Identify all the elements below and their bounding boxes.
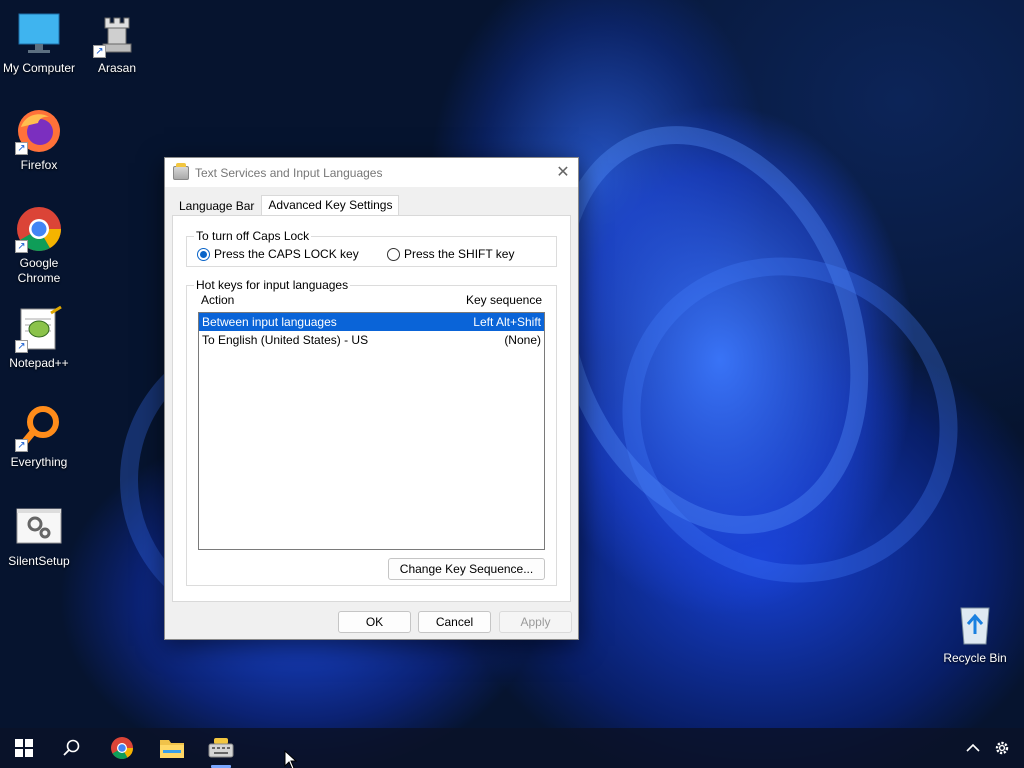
hotkey-action: To English (United States) - US	[202, 333, 369, 347]
taskbar-text-services[interactable]	[199, 728, 243, 768]
taskbar-chrome[interactable]	[100, 728, 144, 768]
file-explorer-icon	[160, 740, 184, 758]
cancel-button[interactable]: Cancel	[418, 611, 491, 633]
start-icon	[15, 739, 33, 757]
hotkey-sequence: (None)	[504, 333, 541, 347]
search-button[interactable]	[50, 728, 94, 768]
desktop-icon-silentsetup[interactable]: SilentSetup	[0, 503, 78, 569]
recycle-bin-icon	[951, 600, 999, 648]
text-services-dialog: Text Services and Input Languages ✕ Lang…	[164, 157, 579, 640]
chrome-icon: ↗	[15, 205, 63, 253]
shortcut-arrow-icon: ↗	[15, 340, 28, 353]
radio-button[interactable]	[197, 247, 210, 261]
desktop-icon-label: Notepad++	[9, 356, 69, 370]
tab-strip: Language Bar Advanced Key Settings	[172, 195, 400, 216]
radio-label: Press the SHIFT key	[404, 247, 515, 261]
tab-advanced-key-settings[interactable]: Advanced Key Settings	[261, 195, 400, 216]
desktop-icon-everything[interactable]: ↗ Everything	[0, 404, 78, 470]
hotkey-list[interactable]: Between input languages Left Alt+Shift T…	[198, 312, 545, 550]
hotkeys-legend: Hot keys for input languages	[196, 278, 349, 292]
shortcut-arrow-icon: ↗	[15, 439, 28, 452]
firefox-icon: ↗	[15, 107, 63, 155]
shortcut-arrow-icon: ↗	[15, 240, 28, 253]
gears-icon	[15, 503, 63, 551]
radio-shift[interactable]: Press the SHIFT key	[387, 247, 514, 261]
keyboard-icon	[208, 738, 234, 758]
desktop-icon-label: Firefox	[20, 158, 58, 172]
column-header-key-sequence[interactable]: Key sequence	[466, 293, 542, 307]
desktop-icon-label: Everything	[10, 455, 68, 469]
dialog-titlebar[interactable]: Text Services and Input Languages ✕	[165, 158, 578, 187]
apply-button[interactable]: Apply	[499, 611, 572, 633]
list-item[interactable]: Between input languages Left Alt+Shift	[199, 313, 544, 331]
desktop-icon-notepadpp[interactable]: ↗ Notepad++	[0, 305, 78, 371]
taskbar-file-explorer[interactable]	[150, 728, 194, 768]
desktop-icon-recycle-bin[interactable]: Recycle Bin	[936, 600, 1014, 666]
radio-caps-lock[interactable]: Press the CAPS LOCK key	[197, 247, 359, 261]
mouse-cursor-icon	[284, 750, 298, 768]
dialog-title: Text Services and Input Languages	[195, 165, 383, 180]
chrome-icon	[111, 737, 133, 759]
caps-lock-legend: To turn off Caps Lock	[196, 229, 310, 243]
magnifier-icon: ↗	[15, 404, 63, 452]
taskbar	[0, 728, 1024, 768]
chevron-up-icon	[966, 743, 980, 752]
notepadpp-icon: ↗	[15, 305, 63, 353]
hotkey-action: Between input languages	[202, 315, 337, 329]
list-item[interactable]: To English (United States) - US (None)	[199, 331, 544, 349]
close-icon[interactable]: ✕	[548, 158, 578, 187]
tab-language-bar[interactable]: Language Bar	[172, 196, 261, 216]
gear-icon	[995, 741, 1009, 755]
start-button[interactable]	[2, 728, 46, 768]
radio-label: Press the CAPS LOCK key	[214, 247, 359, 261]
tray-settings-button[interactable]	[982, 728, 1022, 768]
desktop-icon-label: Arasan	[97, 61, 137, 75]
desktop-icon-label: Recycle Bin	[943, 651, 1007, 665]
shortcut-arrow-icon: ↗	[93, 45, 106, 58]
radio-button[interactable]	[387, 247, 400, 261]
shortcut-arrow-icon: ↗	[15, 142, 28, 155]
change-key-sequence-button[interactable]: Change Key Sequence...	[388, 558, 545, 580]
desktop-icon-label: My Computer	[2, 61, 76, 75]
desktop-icon-firefox[interactable]: ↗ Firefox	[0, 107, 78, 173]
desktop-icon-my-computer[interactable]: My Computer	[0, 10, 78, 76]
desktop-icon-arasan[interactable]: ↗ Arasan	[78, 10, 156, 76]
keyboard-icon	[173, 162, 189, 180]
search-icon	[63, 739, 80, 756]
ok-button[interactable]: OK	[338, 611, 411, 633]
desktop-icon-google-chrome[interactable]: ↗ Google Chrome	[0, 205, 78, 286]
chess-rook-icon: ↗	[93, 10, 141, 58]
column-header-action[interactable]: Action	[201, 293, 234, 307]
monitor-icon	[15, 10, 63, 58]
desktop-icon-label: SilentSetup	[8, 554, 70, 568]
hotkey-sequence: Left Alt+Shift	[473, 315, 541, 329]
tab-panel: To turn off Caps Lock Press the CAPS LOC…	[172, 215, 571, 602]
desktop-icon-label: Google Chrome	[17, 256, 61, 285]
